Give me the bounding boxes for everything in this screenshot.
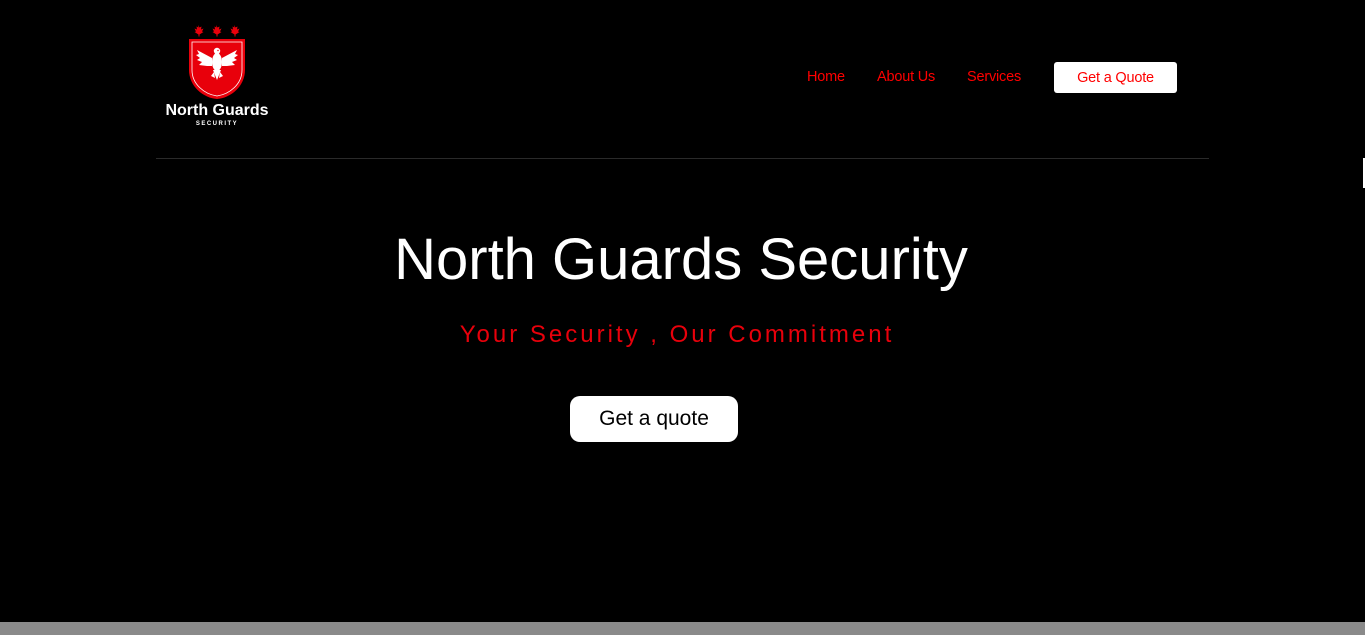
logo-link[interactable]: North Guards SECURITY (156, 22, 278, 132)
hero-title: North Guards Security (394, 227, 968, 292)
header-divider (156, 158, 1209, 159)
hero-get-a-quote-button[interactable]: Get a quote (570, 396, 738, 442)
brand-subtitle: SECURITY (195, 121, 239, 127)
get-a-quote-button[interactable]: Get a Quote (1054, 62, 1177, 93)
footer-bar (0, 622, 1365, 635)
eagle-shield-icon (189, 25, 245, 99)
brand-name: North Guards (165, 102, 269, 119)
nav-link-about-us[interactable]: About Us (877, 69, 935, 85)
hero-tagline: Your Security , Our Commitment (459, 321, 895, 348)
nav-link-services[interactable]: Services (967, 69, 1021, 85)
nav-link-home[interactable]: Home (807, 69, 845, 85)
page: North Guards SECURITY Home About Us Serv… (0, 0, 1365, 635)
